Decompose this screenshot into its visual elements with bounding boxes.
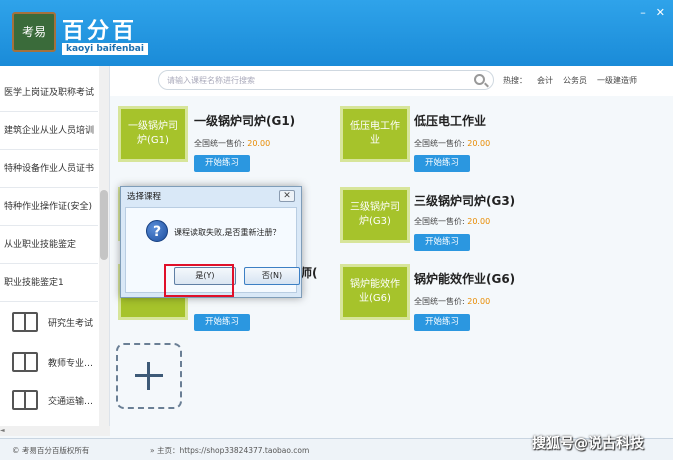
sidebar-subitem[interactable]: 交通运输… (0, 382, 98, 418)
sidebar-subitem-label: 研究生考试 (48, 318, 94, 329)
search-input[interactable]: 请输入课程名称进行搜索 (158, 70, 494, 90)
course-title: 一级锅炉司炉(G1) (194, 114, 296, 128)
course-tile[interactable]: 低压电工作业 (340, 106, 410, 162)
sidebar-item[interactable]: 特种作业操作证(安全) (0, 188, 98, 226)
horizontal-scrollbar[interactable]: ◄ (0, 426, 110, 436)
sidebar-item[interactable]: 建筑企业从业人员培训 (0, 112, 98, 150)
hot-item[interactable]: 公务员 (563, 75, 587, 86)
sidebar-subitem-label: 教师专业… (48, 358, 94, 369)
copyright-text: © 考易百分百版权所有 (12, 446, 90, 455)
start-practice-button[interactable]: 开始练习 (414, 155, 470, 172)
start-practice-button[interactable]: 开始练习 (414, 234, 470, 251)
window-controls: – ✕ (640, 6, 665, 19)
course-price: 全国统一售价: 20.00 (194, 139, 271, 148)
dialog-message: 课程读取失败,是否重新注册？ (174, 228, 281, 237)
book-icon (12, 352, 38, 372)
sidebar-subitem[interactable]: 研究生考试 (0, 304, 98, 340)
course-tile[interactable]: 一级锅炉司炉(G1) (118, 106, 188, 162)
course-price: 全国统一售价: 20.00 (414, 217, 491, 226)
scroll-left-arrow[interactable]: ◄ (0, 427, 5, 434)
dialog-close-button[interactable]: ✕ (279, 190, 295, 202)
hot-item[interactable]: 一级建造师 (597, 75, 637, 86)
course-title: 三级锅炉司炉(G3) (414, 194, 516, 208)
sidebar-item[interactable]: 职业技能鉴定1 (0, 264, 98, 302)
sidebar-item[interactable]: 从业职业技能鉴定 (0, 226, 98, 264)
search-icon[interactable] (474, 74, 485, 85)
hot-item[interactable]: 会计 (537, 75, 553, 86)
start-practice-button[interactable]: 开始练习 (414, 314, 470, 331)
watermark: 搜狐号@说古科技 (532, 436, 644, 452)
add-course-card[interactable] (116, 343, 182, 409)
no-button[interactable]: 否(N) (244, 267, 300, 285)
hot-search: 热搜： 会计 公务员 一级建造师 (503, 75, 637, 86)
sidebar-scroll-thumb[interactable] (100, 190, 108, 260)
course-price: 全国统一售价: 20.00 (414, 139, 491, 148)
hot-label: 热搜： (503, 76, 527, 85)
yes-button-highlight (164, 264, 234, 297)
dialog-title: 选择课程 (127, 192, 162, 202)
sidebar-item[interactable]: 特种设备作业人员证书 (0, 150, 98, 188)
logo-title: 百分百 (62, 19, 138, 44)
course-title: 师( (300, 266, 318, 280)
logo-badge: 考易 (12, 12, 56, 52)
start-practice-button[interactable]: 开始练习 (194, 155, 250, 172)
course-tile[interactable]: 锅炉能效作业(G6) (340, 264, 410, 320)
course-price: 全国统一售价: 20.00 (414, 297, 491, 306)
question-icon: ? (146, 220, 168, 242)
course-title: 低压电工作业 (414, 114, 487, 128)
book-icon (12, 390, 38, 410)
sidebar: 医学上岗证及职称考试 建筑企业从业人员培训 特种设备作业人员证书 特种作业操作证… (0, 66, 110, 430)
search-placeholder: 请输入课程名称进行搜索 (167, 76, 255, 85)
plus-icon (135, 362, 163, 390)
sidebar-subitem-label: 交通运输… (48, 396, 94, 407)
start-practice-button[interactable]: 开始练习 (194, 314, 250, 331)
logo-subtitle: kaoyi baifenbai (62, 43, 148, 55)
sidebar-subitem[interactable]: 教师专业… (0, 344, 98, 380)
close-button[interactable]: ✕ (656, 6, 665, 19)
minimize-button[interactable]: – (640, 6, 646, 19)
course-tile[interactable]: 三级锅炉司炉(G3) (340, 187, 410, 243)
homepage-link[interactable]: » 主页：https://shop33824377.taobao.com (150, 445, 309, 456)
book-icon (12, 312, 38, 332)
app-header: 考易 百分百 kaoyi baifenbai – ✕ (0, 0, 673, 66)
sidebar-item[interactable]: 医学上岗证及职称考试 (0, 74, 98, 112)
course-title: 锅炉能效作业(G6) (414, 272, 516, 286)
